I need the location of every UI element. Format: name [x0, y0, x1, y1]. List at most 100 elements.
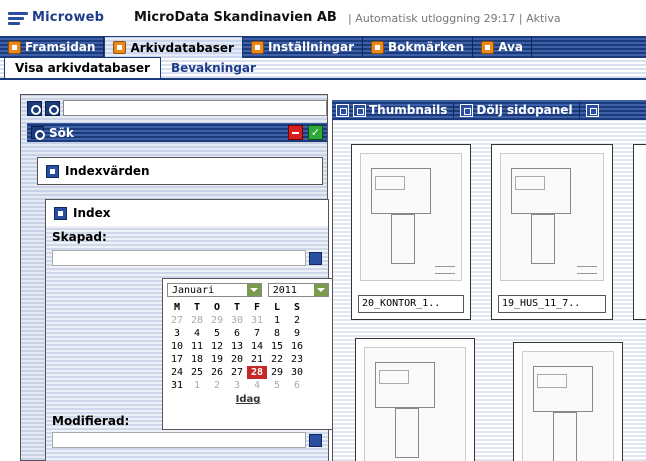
- tools-icon: [250, 40, 264, 54]
- calendar-day[interactable]: 24: [167, 366, 187, 379]
- calendar-day[interactable]: 30: [287, 366, 307, 379]
- tab-bokmarken[interactable]: Bokmärken: [363, 36, 474, 58]
- calendar-day[interactable]: 10: [167, 340, 187, 353]
- run-search-button[interactable]: ✓: [308, 125, 323, 140]
- calendar-day[interactable]: 7: [247, 327, 267, 340]
- weekday-header: T: [193, 302, 201, 313]
- calendar-day[interactable]: 3: [227, 379, 247, 392]
- calendar-day[interactable]: 29: [207, 314, 227, 327]
- tab-label: Ava: [498, 40, 523, 54]
- calendar-day[interactable]: 28: [247, 366, 267, 379]
- calendar-day[interactable]: 26: [207, 366, 227, 379]
- calendar-day[interactable]: 2: [207, 379, 227, 392]
- modifierad-label: Modifierad:: [52, 414, 130, 428]
- calendar-day[interactable]: 2: [287, 314, 307, 327]
- calendar-day[interactable]: 1: [187, 379, 207, 392]
- calendar-day[interactable]: 4: [247, 379, 267, 392]
- calendar-day[interactable]: 23: [287, 353, 307, 366]
- calendar-day[interactable]: 29: [267, 366, 287, 379]
- thumbnails-button[interactable]: Thumbnails: [353, 103, 447, 117]
- skapad-input[interactable]: [52, 250, 306, 266]
- calendar-day[interactable]: 12: [207, 340, 227, 353]
- thumbnail-card[interactable]: [633, 144, 646, 320]
- calendar-grid: M T O T F L S 27 28 29 30 31 1 2 3 4 5 6 7 8 9 10 11 12 13 14 15 16…: [167, 301, 329, 392]
- calendar-day[interactable]: 25: [187, 366, 207, 379]
- calendar-day[interactable]: 17: [167, 353, 187, 366]
- tab-framsidan[interactable]: Framsidan: [0, 36, 105, 58]
- calendar-day[interactable]: 5: [207, 327, 227, 340]
- quick-search-input[interactable]: [63, 100, 327, 116]
- logo-mark-icon: [8, 11, 28, 25]
- app-header: Microweb MicroData Skandinavien AB | Aut…: [0, 0, 646, 36]
- hide-side-panel-button[interactable]: Dölj sidopanel: [460, 103, 573, 117]
- indexvarden-header[interactable]: Indexvärden: [38, 158, 322, 184]
- calendar-day[interactable]: 6: [227, 327, 247, 340]
- sub-navigation: Visa arkivdatabaser Bevakningar: [0, 57, 646, 80]
- calendar-icon[interactable]: [309, 252, 322, 265]
- indexvarden-section[interactable]: Indexvärden: [37, 157, 323, 185]
- modifierad-input[interactable]: [52, 432, 306, 448]
- calendar-icon[interactable]: [309, 434, 322, 447]
- tab-avancerat[interactable]: Ava: [473, 36, 532, 58]
- tab-label: Bokmärken: [387, 40, 465, 54]
- calendar-day[interactable]: 28: [187, 314, 207, 327]
- search-icon[interactable]: [27, 100, 42, 116]
- index-header[interactable]: Index: [46, 200, 328, 226]
- subtab-bevakningar[interactable]: Bevakningar: [161, 58, 266, 78]
- calendar-day[interactable]: 6: [287, 379, 307, 392]
- options-icon[interactable]: [45, 100, 60, 116]
- weekday-header: M: [173, 302, 181, 313]
- collapse-icon: [54, 206, 67, 220]
- document-preview: [522, 351, 614, 461]
- subtab-visa-arkivdatabaser[interactable]: Visa arkivdatabaser: [4, 57, 161, 78]
- calendar-day[interactable]: 5: [267, 379, 287, 392]
- calendar-day[interactable]: 11: [187, 340, 207, 353]
- tab-label: Inställningar: [267, 40, 354, 54]
- calendar-day[interactable]: 14: [247, 340, 267, 353]
- calendar-day[interactable]: 3: [167, 327, 187, 340]
- home-icon: [8, 40, 21, 54]
- indexvarden-title: Indexvärden: [65, 164, 150, 178]
- logo[interactable]: Microweb: [8, 10, 104, 25]
- thumbnail-card[interactable]: [355, 338, 475, 461]
- more-icon[interactable]: [585, 103, 599, 117]
- thumbnail-card[interactable]: 19_HUS_11_7..: [491, 144, 613, 320]
- calendar-day[interactable]: 4: [187, 327, 207, 340]
- tab-installningar[interactable]: Inställningar: [243, 36, 363, 58]
- thumbnail-label: 19_HUS_11_7..: [498, 295, 606, 313]
- thumbnail-label: 20_KONTOR_1..: [358, 295, 464, 313]
- today-link[interactable]: Idag: [167, 394, 329, 405]
- tab-label: Framsidan: [25, 40, 96, 54]
- clear-search-button[interactable]: [288, 125, 303, 140]
- thumbnail-card[interactable]: 20_KONTOR_1..: [351, 144, 471, 320]
- results-toolbar: Thumbnails Dölj sidopanel: [332, 100, 646, 120]
- calendar-day[interactable]: 13: [227, 340, 247, 353]
- calendar-day[interactable]: 15: [267, 340, 287, 353]
- calendar-day[interactable]: 19: [207, 353, 227, 366]
- calendar-day[interactable]: 9: [287, 327, 307, 340]
- calendar-day[interactable]: 27: [227, 366, 247, 379]
- skapad-label: Skapad:: [52, 230, 107, 244]
- thumbnails-label: Thumbnails: [369, 103, 448, 117]
- calendar-day[interactable]: 16: [287, 340, 307, 353]
- calendar-day[interactable]: 21: [247, 353, 267, 366]
- view-icon[interactable]: [336, 103, 349, 117]
- month-select[interactable]: Januari: [167, 283, 262, 297]
- thumbnail-card[interactable]: [513, 342, 623, 461]
- grid-icon: [353, 103, 366, 117]
- calendar-day[interactable]: 22: [267, 353, 287, 366]
- year-value: 2011: [272, 284, 297, 296]
- calendar-day[interactable]: 31: [247, 314, 267, 327]
- calendar-day[interactable]: 8: [267, 327, 287, 340]
- year-select[interactable]: 2011: [267, 283, 329, 297]
- calendar-day[interactable]: 31: [167, 379, 187, 392]
- month-value: Januari: [172, 284, 215, 296]
- calendar-day[interactable]: 18: [187, 353, 207, 366]
- calendar-day[interactable]: 20: [227, 353, 247, 366]
- calendar-day[interactable]: 27: [167, 314, 187, 327]
- tab-arkivdatabaser[interactable]: Arkivdatabaser: [104, 36, 243, 58]
- calendar-day[interactable]: 1: [267, 314, 287, 327]
- chevron-down-icon: [314, 284, 328, 296]
- calendar-day[interactable]: 30: [227, 314, 247, 327]
- search-icon: [481, 40, 495, 54]
